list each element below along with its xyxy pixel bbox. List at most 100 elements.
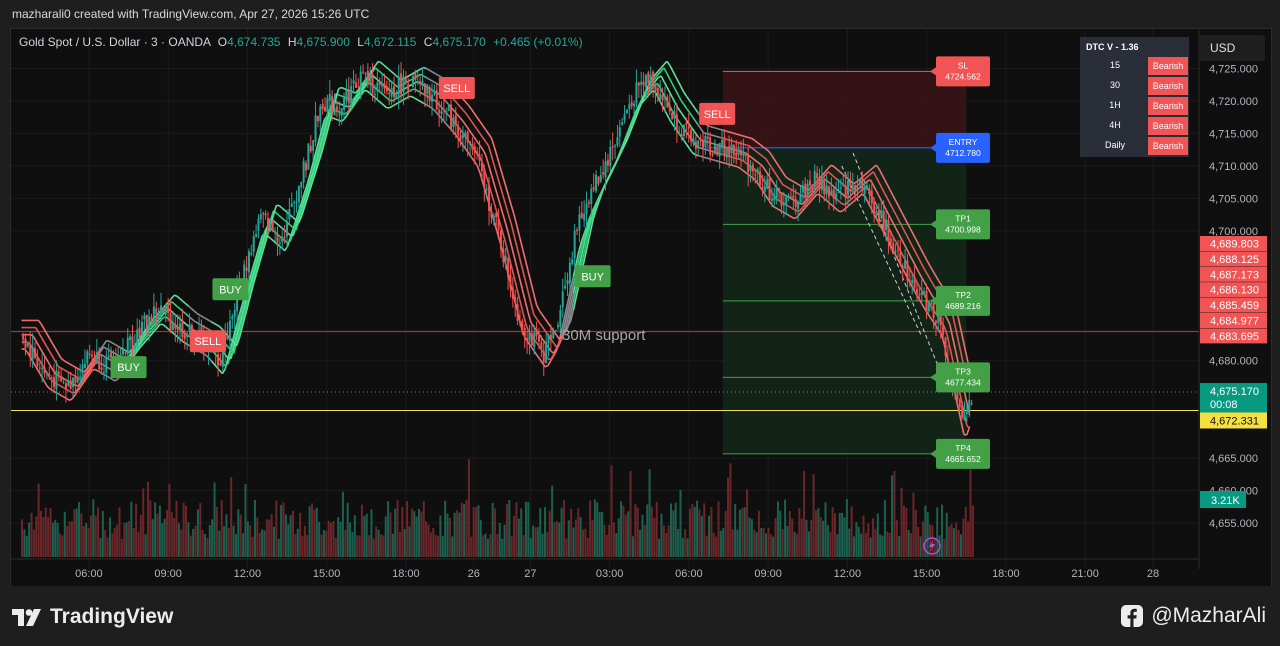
- volume-bar: [769, 534, 772, 557]
- candle-body: [526, 338, 529, 341]
- volume-bar: [795, 533, 798, 557]
- price-axis[interactable]: 4,725.000 4,720.000 4,715.000 4,710.000 4,70…: [1198, 29, 1271, 569]
- time-tick-label: 12:00: [234, 568, 262, 580]
- candle-body: [770, 198, 773, 201]
- yellow-level-label: 4,672.331: [1210, 415, 1259, 427]
- current-price-label: 4,675.170: [1210, 386, 1259, 398]
- volume-bar: [639, 529, 642, 557]
- ribbon-segment: [462, 109, 467, 114]
- volume-bar: [731, 529, 734, 557]
- volume-bar: [44, 507, 47, 557]
- ribbon-segment: [688, 112, 693, 117]
- volume-bar: [101, 511, 104, 557]
- ribbon-segment: [37, 332, 43, 338]
- candle-body: [309, 145, 312, 152]
- candle-body: [528, 333, 531, 341]
- volume-bar: [855, 522, 858, 557]
- candle-body: [711, 153, 714, 156]
- volume-bar: [242, 533, 245, 557]
- time-axis[interactable]: 06:00 09:00 12:00 15:00 18:00 26 27 03:00 06:00 0…: [11, 558, 1199, 580]
- chart-canvas[interactable]: BUY SELL BUY SELL BUY SELL SL4724.562 ENTRY471…: [11, 29, 1271, 586]
- volume-bar: [379, 534, 382, 557]
- volume-bar: [784, 499, 787, 557]
- ribbon-segment: [521, 268, 527, 281]
- candle-body: [737, 148, 740, 155]
- ribbon-segment: [516, 266, 521, 279]
- volume-bar: [624, 514, 627, 557]
- ribbon-segment: [677, 80, 682, 88]
- volume-bar: [408, 526, 411, 557]
- candle-body: [316, 115, 319, 122]
- dtc-signal: Bearish: [1153, 101, 1184, 111]
- candle-body: [26, 343, 29, 346]
- volume-bar: [967, 521, 970, 557]
- ribbon-segment: [193, 320, 198, 324]
- ribbon-segment: [524, 280, 529, 293]
- ribbon-segment: [479, 133, 484, 139]
- ribbon-segment: [726, 130, 730, 133]
- ribbon-segment: [420, 91, 424, 95]
- dtc-title: DTC V - 1.36: [1086, 42, 1139, 52]
- volume-bar: [971, 505, 974, 557]
- ribbon-segment: [504, 222, 510, 234]
- volume-bar: [781, 529, 784, 557]
- ribbon-segment: [54, 348, 60, 354]
- ribbon-segment: [518, 236, 524, 249]
- legend-symbol: Gold Spot / U.S. Dollar · 3 · OANDA: [19, 35, 211, 49]
- candle-body: [825, 185, 828, 195]
- candle-body: [870, 190, 873, 204]
- candle-body: [716, 146, 719, 156]
- ribbon-segment: [423, 75, 427, 79]
- volume-bar: [914, 509, 917, 557]
- candle-body: [428, 86, 431, 101]
- candle-body: [64, 383, 67, 390]
- candle-body: [547, 335, 550, 344]
- ribbon-segment: [204, 354, 209, 359]
- chart-pane[interactable]: BUY SELL BUY SELL BUY SELL SL 4724.562 ENTRY 471…: [10, 28, 1272, 587]
- volume-bar: [467, 459, 470, 557]
- volume-bar: [746, 489, 749, 557]
- volume-bar: [750, 518, 753, 557]
- ribbon-segment: [185, 303, 190, 307]
- volume-bar: [227, 527, 230, 557]
- tradingview-logo[interactable]: TradingView: [12, 605, 173, 629]
- ribbon-segment: [43, 341, 48, 348]
- ribbon-segment: [499, 184, 504, 195]
- candle-body: [685, 122, 688, 125]
- candle-body: [452, 117, 455, 128]
- ribbon-segment: [726, 138, 730, 141]
- volume-bar: [51, 522, 54, 557]
- candle-body: [22, 333, 25, 340]
- candle-body: [72, 377, 75, 388]
- volume-bar: [146, 481, 149, 557]
- candle-body: [801, 185, 804, 193]
- candle-body: [283, 236, 286, 238]
- ribbon-segment: [694, 120, 699, 126]
- ribbon-segment: [668, 78, 674, 85]
- ribbon-segment: [451, 107, 456, 112]
- volume-bar: [337, 517, 340, 557]
- ribbon-segment: [510, 223, 515, 236]
- candle-body: [43, 367, 46, 374]
- candle-body: [728, 146, 731, 156]
- volume-bar: [824, 502, 827, 557]
- volume-bar: [834, 513, 837, 557]
- volume-bar: [432, 527, 435, 557]
- candle-body: [958, 399, 961, 408]
- candle-body: [447, 106, 450, 112]
- ribbon-segment: [731, 164, 735, 167]
- candle-body: [164, 308, 167, 315]
- candle-body: [832, 189, 835, 199]
- candle-body: [690, 129, 693, 142]
- candle-body: [702, 140, 705, 148]
- candle-body: [963, 414, 966, 421]
- volume-bar: [532, 525, 535, 557]
- ribbon-segment: [63, 369, 68, 373]
- ribbon-segment: [456, 103, 461, 108]
- legend-h-value: 4,675.900: [297, 35, 351, 49]
- ribbon-segment: [674, 75, 679, 82]
- ribbon-segment: [66, 397, 71, 401]
- candle-body: [174, 323, 177, 329]
- ribbon-segment: [487, 133, 493, 139]
- currency-button[interactable]: USD: [1199, 35, 1265, 61]
